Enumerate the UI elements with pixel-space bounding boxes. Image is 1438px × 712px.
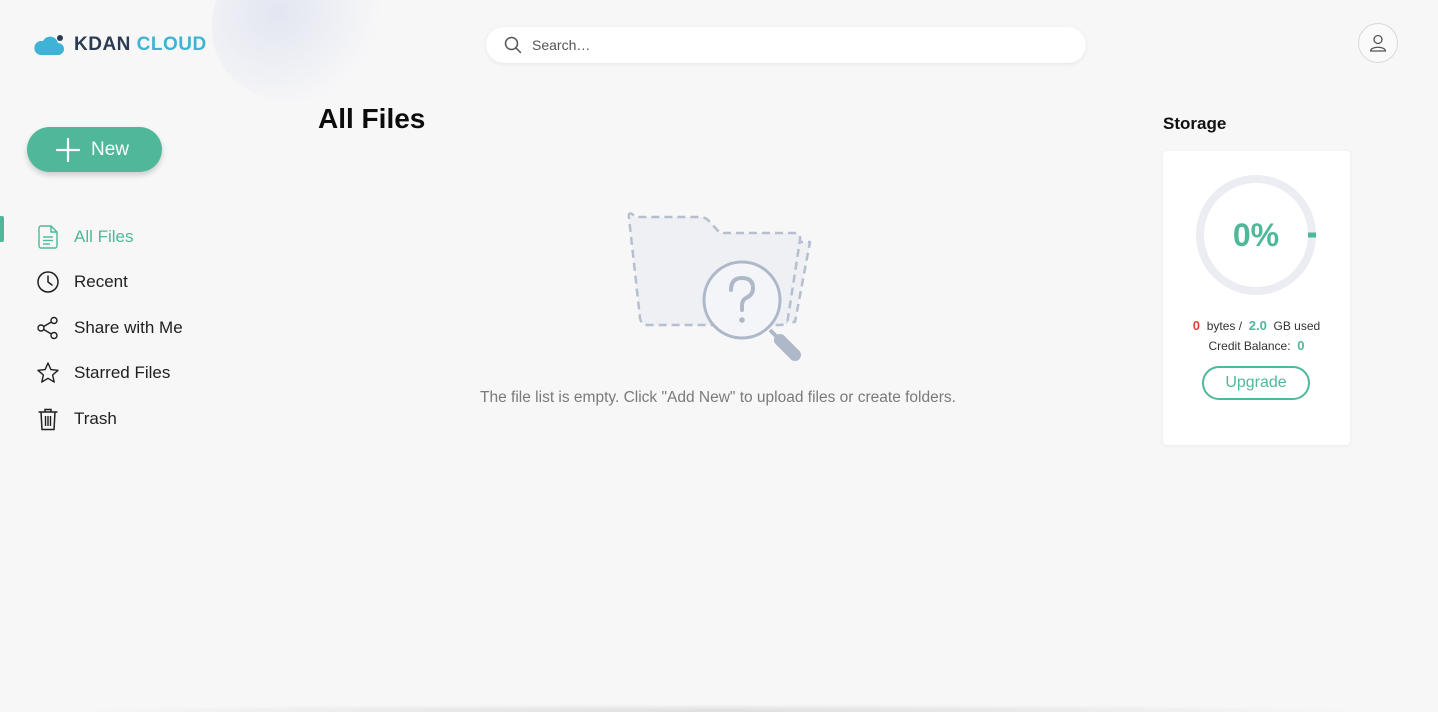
sidebar-item-trash[interactable]: Trash <box>36 396 183 442</box>
trash-icon <box>36 407 60 431</box>
user-avatar-button[interactable] <box>1358 23 1398 63</box>
bottom-shadow <box>60 704 1378 712</box>
credit-label: Credit Balance: <box>1208 339 1291 353</box>
page-title: All Files <box>318 103 426 134</box>
sidebar-item-label: Starred Files <box>74 363 171 383</box>
sidebar-item-label: Recent <box>74 272 128 292</box>
sidebar-item-recent[interactable]: Recent <box>36 260 183 306</box>
sidebar-item-all-files[interactable]: All Files <box>36 214 183 260</box>
user-icon <box>1369 34 1387 52</box>
storage-used-unit: bytes / <box>1206 319 1243 333</box>
sidebar-item-share-with-me[interactable]: Share with Me <box>36 305 183 351</box>
storage-usage-text: 0 bytes / 2.0 GB used <box>1163 318 1350 333</box>
storage-total-value: 2.0 <box>1248 318 1267 333</box>
credit-balance: Credit Balance: 0 <box>1163 338 1350 353</box>
credit-value: 0 <box>1297 338 1305 353</box>
search-icon <box>504 36 522 54</box>
sidebar-nav: All Files Recent Share with Me Starred F… <box>36 214 183 442</box>
clock-icon <box>36 270 60 294</box>
star-icon <box>36 361 60 385</box>
sidebar-item-starred-files[interactable]: Starred Files <box>36 351 183 397</box>
search-bar[interactable] <box>486 27 1086 63</box>
search-input[interactable] <box>532 37 1052 53</box>
storage-percent: 0% <box>1232 216 1280 253</box>
storage-total-unit: GB used <box>1273 319 1321 333</box>
sidebar-item-label: Share with Me <box>74 317 183 337</box>
new-button[interactable]: New <box>27 127 162 172</box>
upgrade-button[interactable]: Upgrade <box>1202 366 1310 400</box>
logo-text-kdan: KDAN <box>74 34 131 55</box>
empty-folder-search-icon <box>627 212 812 361</box>
active-indicator <box>0 216 4 242</box>
storage-title: Storage <box>1163 114 1227 133</box>
new-button-label: New <box>91 138 130 160</box>
storage-used-value: 0 <box>1192 318 1201 333</box>
logo-text-cloud: CLOUD <box>136 34 207 55</box>
storage-card: 0% 0 bytes / 2.0 GB used Credit Balance:… <box>1163 151 1350 445</box>
share-icon <box>36 316 60 340</box>
empty-state-message: The file list is empty. Click "Add New" … <box>480 389 956 406</box>
sidebar-item-label: All Files <box>74 226 134 246</box>
document-icon <box>36 225 60 249</box>
cloud-icon <box>34 35 64 55</box>
sidebar-item-label: Trash <box>74 408 117 428</box>
kdan-cloud-logo[interactable]: KDAN CLOUD <box>32 33 207 57</box>
plus-icon <box>55 137 81 162</box>
